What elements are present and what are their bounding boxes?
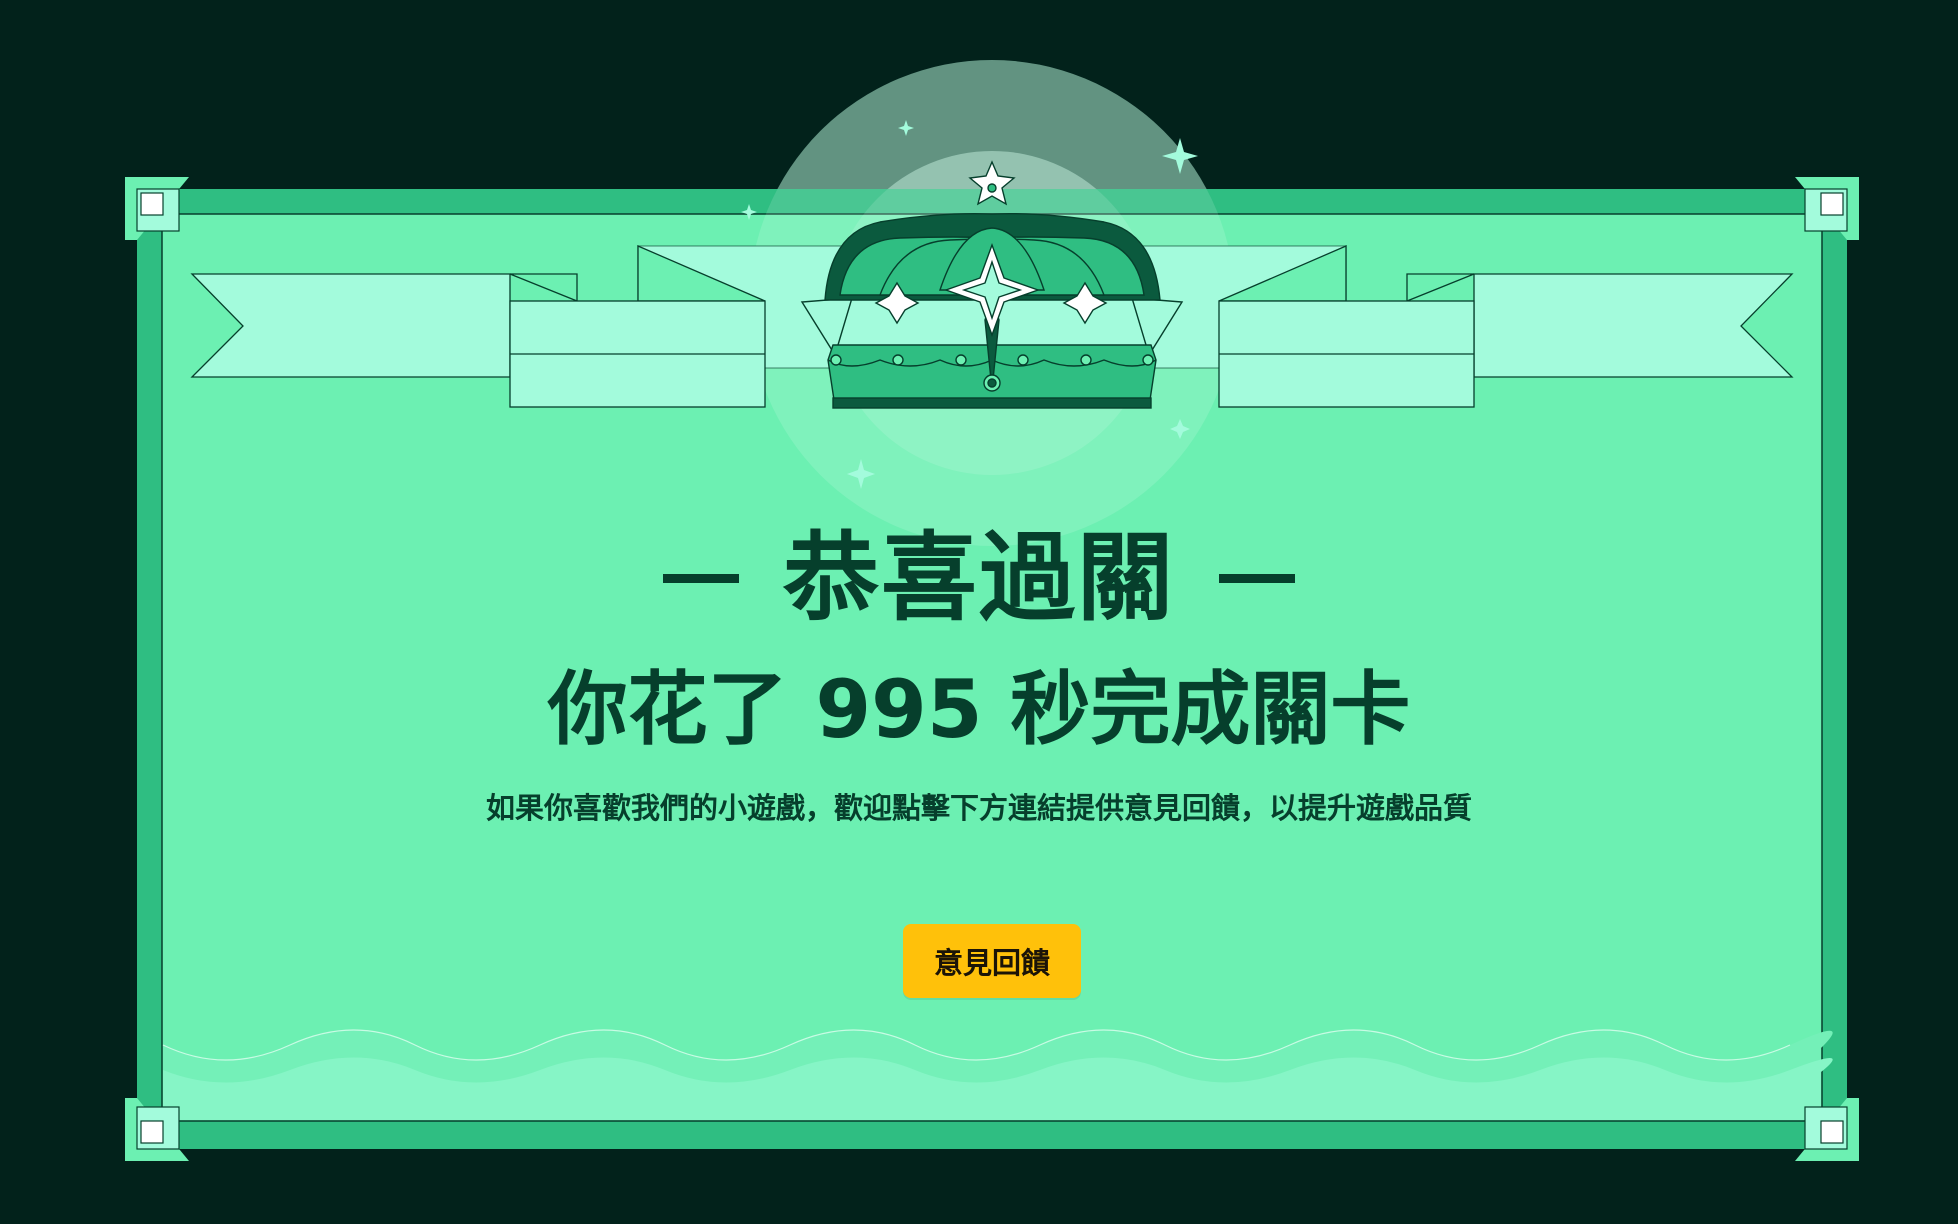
- corner-ornament-icon: [125, 177, 189, 240]
- completion-message: 你花了 995 秒完成關卡: [547, 663, 1411, 756]
- title-dash-right: [1219, 574, 1295, 584]
- corner-ornament-icon: [125, 1098, 189, 1161]
- corner-ornament-icon: [1795, 177, 1859, 240]
- title-dash-left: [663, 574, 739, 584]
- feedback-button[interactable]: 意見回饋: [903, 924, 1081, 998]
- corner-ornament-icon: [1795, 1098, 1859, 1161]
- page-title: 恭喜過關: [0, 500, 1958, 639]
- level-complete-screen: 恭喜過關 你花了 995 秒完成關卡 如果你喜歡我們的小遊戲，歡迎點擊下方連結提…: [0, 0, 1958, 1224]
- title-text: 恭喜過關: [783, 522, 1175, 634]
- feedback-description: 如果你喜歡我們的小遊戲，歡迎點擊下方連結提供意見回饋，以提升遊戲品質: [485, 791, 1472, 825]
